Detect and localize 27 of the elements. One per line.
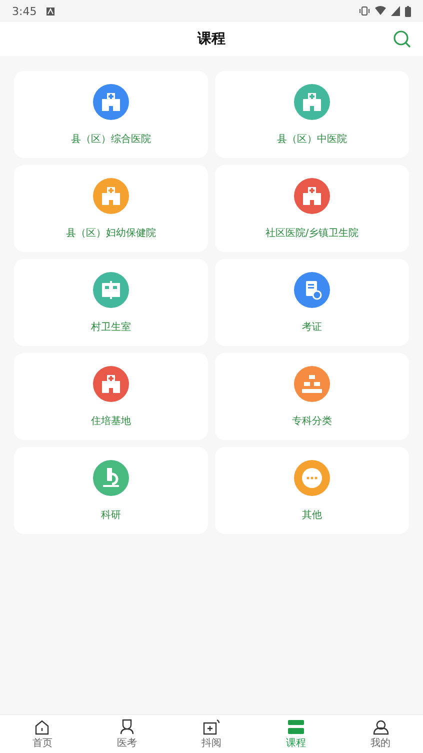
category-card[interactable]: 县（区）中医院 <box>215 71 409 158</box>
category-card[interactable]: 考证 <box>215 259 409 346</box>
category-label: 考证 <box>302 320 322 334</box>
category-card[interactable]: 县（区）综合医院 <box>14 71 208 158</box>
category-card[interactable]: 社区医院/乡镇卫生院 <box>215 165 409 252</box>
nav-tab[interactable]: 抖阅 <box>169 715 254 753</box>
category-label: 专科分类 <box>292 414 332 428</box>
category-card[interactable]: 住培基地 <box>14 353 208 440</box>
category-label: 社区医院/乡镇卫生院 <box>265 226 359 240</box>
nav-tab[interactable]: 首页 <box>0 715 85 753</box>
category-card[interactable]: 科研 <box>14 447 208 534</box>
category-card[interactable]: 其他 <box>215 447 409 534</box>
nav-tab[interactable]: 我的 <box>338 715 423 753</box>
category-card[interactable]: 专科分类 <box>215 353 409 440</box>
category-card[interactable]: 村卫生室 <box>14 259 208 346</box>
status-time: 3:45 <box>12 4 37 18</box>
category-label: 县（区）中医院 <box>277 132 347 146</box>
category-label: 县（区）综合医院 <box>71 132 151 146</box>
category-label: 住培基地 <box>91 414 131 428</box>
page-title: 课程 <box>198 30 226 48</box>
category-label: 其他 <box>302 508 322 522</box>
category-label: 村卫生室 <box>91 320 131 334</box>
category-label: 县（区）妇幼保健院 <box>66 226 156 240</box>
category-label: 科研 <box>101 508 121 522</box>
nav-tab[interactable]: 医考 <box>84 715 170 753</box>
nav-tab[interactable]: 课程 <box>254 715 338 753</box>
category-card[interactable]: 县（区）妇幼保健院 <box>14 165 208 252</box>
